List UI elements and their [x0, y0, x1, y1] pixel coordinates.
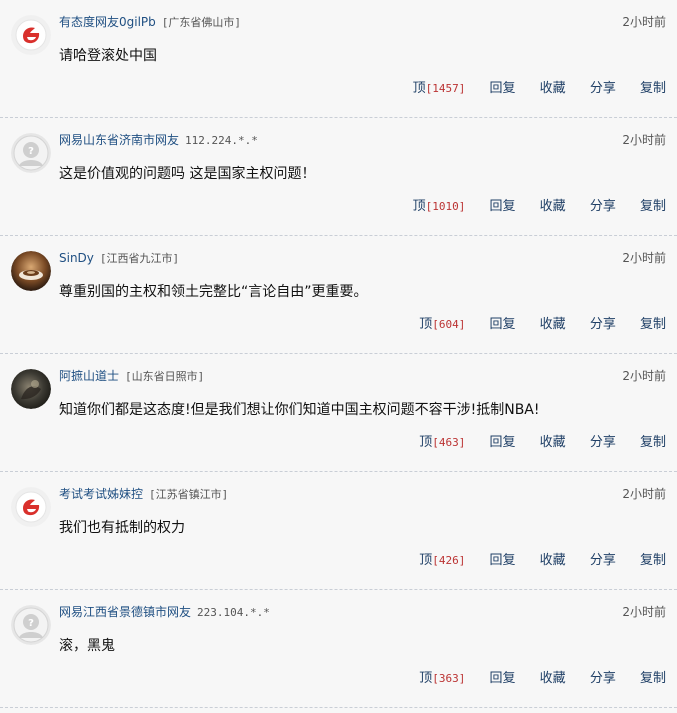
anonymous-user-icon: ?	[11, 133, 51, 173]
vote-label: 顶	[419, 671, 433, 686]
favorite-button[interactable]: 收藏	[540, 671, 566, 686]
favorite-button[interactable]: 收藏	[540, 199, 566, 214]
username-link[interactable]: 阿摭山道士	[59, 369, 119, 383]
reply-button[interactable]: 回复	[490, 199, 516, 214]
vote-up-button[interactable]: 顶[1010]	[413, 199, 466, 214]
avatar[interactable]	[11, 251, 51, 291]
reply-button[interactable]: 回复	[490, 81, 516, 96]
vote-label: 顶	[419, 317, 433, 332]
dark-photo-icon	[11, 369, 51, 409]
vote-up-button[interactable]: 顶[363]	[419, 671, 465, 686]
avatar[interactable]	[11, 369, 51, 409]
comment-time: 2小时前	[622, 15, 666, 29]
vote-count: [426]	[432, 554, 466, 567]
comment-text: 这是价值观的问题吗 这是国家主权问题！	[59, 166, 316, 182]
comment-time: 2小时前	[622, 251, 666, 265]
avatar[interactable]	[11, 487, 51, 527]
favorite-button[interactable]: 收藏	[540, 317, 566, 332]
avatar[interactable]: ?	[11, 133, 51, 173]
avatar[interactable]: ?	[11, 605, 51, 645]
reply-button[interactable]: 回复	[490, 317, 516, 332]
vote-up-button[interactable]: 顶[1457]	[413, 81, 466, 96]
comment-actions: 顶[426] 回复 收藏 分享 复制	[419, 552, 666, 570]
reply-button[interactable]: 回复	[490, 435, 516, 450]
share-button[interactable]: 分享	[590, 317, 616, 332]
share-button[interactable]: 分享	[590, 671, 616, 686]
comment-time: 2小时前	[622, 369, 666, 383]
coffee-photo-icon	[11, 251, 51, 291]
username-link[interactable]: 网易江西省景德镇市网友	[59, 605, 191, 619]
comment-text: 尊重别国的主权和领土完整比“言论自由”更重要。	[59, 284, 368, 300]
share-button[interactable]: 分享	[590, 553, 616, 568]
comment-item: ? 网易江西省景德镇市网友 223.104.*.* 2小时前 滚，黑鬼 顶[363…	[0, 590, 677, 708]
username-link[interactable]: 网易山东省济南市网友	[59, 133, 179, 147]
comment-time: 2小时前	[622, 487, 666, 501]
user-location: [江西省九江市]	[99, 252, 180, 265]
reply-button[interactable]: 回复	[490, 553, 516, 568]
comment-meta: 网易江西省景德镇市网友 223.104.*.*	[59, 604, 270, 621]
anonymous-user-icon: ?	[11, 605, 51, 645]
comment-item: ? 网易山东省济南市网友 112.224.*.* 2小时前 这是价值观的问题吗 这…	[0, 118, 677, 236]
copy-button[interactable]: 复制	[640, 199, 666, 214]
comment-meta: 网易山东省济南市网友 112.224.*.*	[59, 132, 258, 149]
user-location: [广东省佛山市]	[161, 16, 242, 29]
copy-button[interactable]: 复制	[640, 435, 666, 450]
favorite-button[interactable]: 收藏	[540, 553, 566, 568]
comment-text: 滚，黑鬼	[59, 638, 115, 654]
vote-up-button[interactable]: 顶[426]	[419, 553, 465, 568]
copy-button[interactable]: 复制	[640, 317, 666, 332]
comment-text: 知道你们都是这态度!但是我们想让你们知道中国主权问题不容干涉!抵制NBA!	[59, 402, 540, 418]
favorite-button[interactable]: 收藏	[540, 435, 566, 450]
vote-up-button[interactable]: 顶[604]	[419, 317, 465, 332]
favorite-button[interactable]: 收藏	[540, 81, 566, 96]
vote-count: [1457]	[425, 82, 466, 95]
comment-meta: 有态度网友0gilPb [广东省佛山市]	[59, 14, 241, 31]
comment-meta: 考试考试姊妹控 [江苏省镇江市]	[59, 486, 228, 503]
comment-actions: 顶[363] 回复 收藏 分享 复制	[419, 670, 666, 688]
comment-time: 2小时前	[622, 605, 666, 619]
user-location: [江苏省镇江市]	[149, 488, 229, 501]
username-link[interactable]: 考试考试姊妹控	[59, 487, 143, 501]
comment-item: 有态度网友0gilPb [广东省佛山市] 2小时前 请哈登滚处中国 顶[1457]…	[0, 0, 677, 118]
avatar[interactable]	[11, 15, 51, 55]
netease-logo-icon	[11, 487, 51, 527]
user-location: 112.224.*.*	[185, 134, 258, 147]
copy-button[interactable]: 复制	[640, 81, 666, 96]
share-button[interactable]: 分享	[590, 199, 616, 214]
user-location: 223.104.*.*	[197, 606, 270, 619]
comment-actions: 顶[463] 回复 收藏 分享 复制	[419, 434, 666, 452]
netease-logo-icon	[11, 15, 51, 55]
vote-count: [1010]	[425, 200, 466, 213]
svg-text:?: ?	[28, 618, 34, 629]
comment-list: 有态度网友0gilPb [广东省佛山市] 2小时前 请哈登滚处中国 顶[1457]…	[0, 0, 677, 708]
vote-label: 顶	[419, 553, 433, 568]
comment-actions: 顶[1457] 回复 收藏 分享 复制	[413, 80, 666, 98]
username-link[interactable]: 有态度网友0gilPb	[59, 15, 156, 29]
share-button[interactable]: 分享	[590, 81, 616, 96]
vote-count: [363]	[432, 672, 466, 685]
vote-count: [604]	[432, 318, 466, 331]
copy-button[interactable]: 复制	[640, 671, 666, 686]
reply-button[interactable]: 回复	[490, 671, 516, 686]
comment-time: 2小时前	[622, 133, 666, 147]
user-location: [山东省日照市]	[125, 370, 205, 383]
comment-item: 阿摭山道士 [山东省日照市] 2小时前 知道你们都是这态度!但是我们想让你们知道中…	[0, 354, 677, 472]
svg-text:?: ?	[28, 146, 34, 157]
comment-text: 请哈登滚处中国	[59, 48, 157, 64]
comment-meta: 阿摭山道士 [山东省日照市]	[59, 368, 204, 385]
username-link[interactable]: SinDy	[59, 251, 94, 265]
comment-text: 我们也有抵制的权力	[59, 520, 185, 536]
comment-actions: 顶[1010] 回复 收藏 分享 复制	[413, 198, 666, 216]
vote-count: [463]	[432, 436, 466, 449]
vote-label: 顶	[419, 435, 433, 450]
vote-label: 顶	[412, 81, 426, 96]
share-button[interactable]: 分享	[590, 435, 616, 450]
vote-label: 顶	[412, 199, 426, 214]
comment-item: SinDy [江西省九江市] 2小时前 尊重别国的主权和领土完整比“言论自由”更重…	[0, 236, 677, 354]
copy-button[interactable]: 复制	[640, 553, 666, 568]
vote-up-button[interactable]: 顶[463]	[419, 435, 465, 450]
comment-meta: SinDy [江西省九江市]	[59, 250, 179, 267]
comment-actions: 顶[604] 回复 收藏 分享 复制	[419, 316, 666, 334]
comment-item: 考试考试姊妹控 [江苏省镇江市] 2小时前 我们也有抵制的权力 顶[426] 回复…	[0, 472, 677, 590]
